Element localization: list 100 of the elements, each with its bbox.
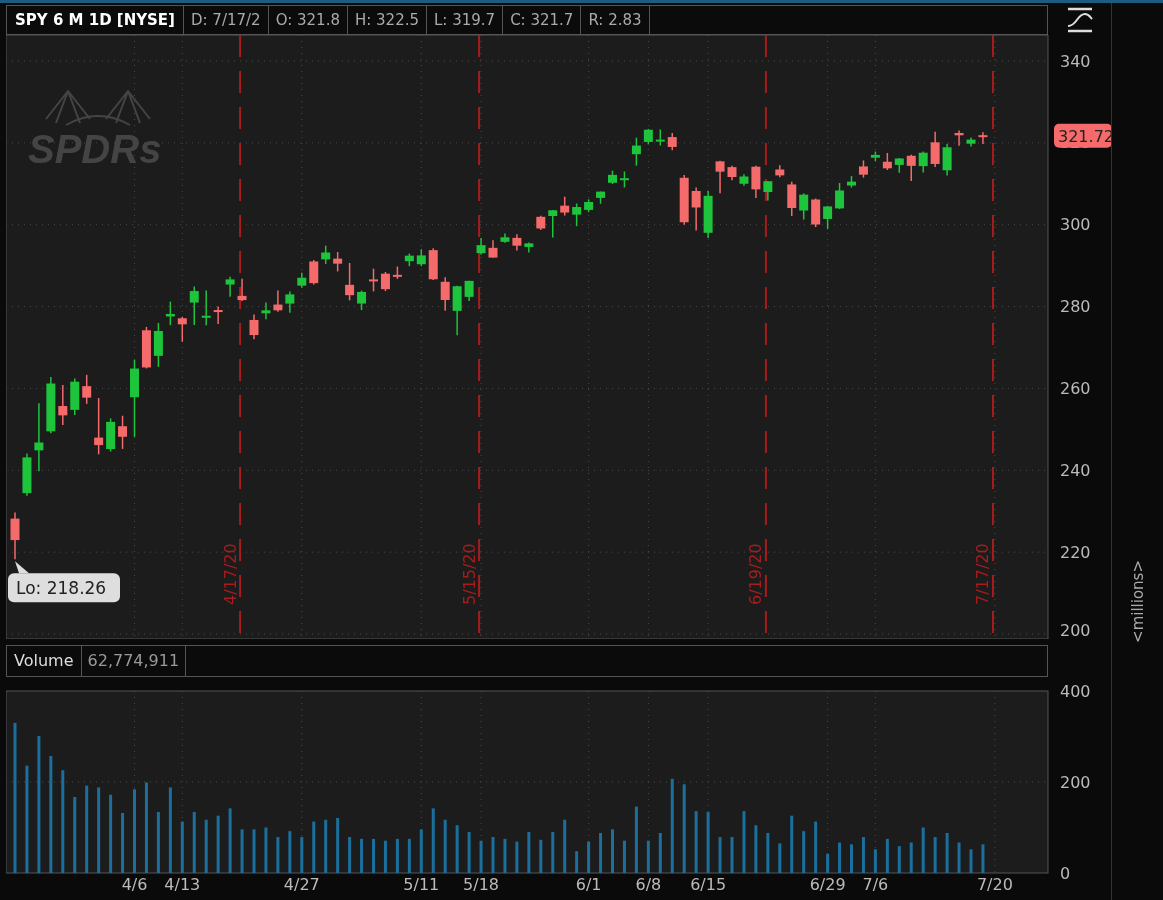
price-axis-label: 240: [1060, 460, 1091, 480]
candlestick: [345, 262, 355, 302]
candlestick: [631, 136, 641, 167]
candlestick: [894, 157, 904, 174]
candlestick: [500, 232, 510, 244]
candlestick: [858, 159, 868, 179]
candlestick: [763, 180, 773, 202]
candlestick: [476, 237, 486, 256]
price-axis-label: 300: [1060, 215, 1091, 235]
candlestick: [225, 275, 235, 298]
candlestick: [930, 131, 940, 168]
expiration-date-label: 7/17/20: [973, 543, 993, 605]
price-axis-label: 220: [1060, 542, 1091, 562]
candlestick: [213, 305, 223, 325]
volume-value: 62,774,911: [81, 646, 187, 676]
date-axis-label: 5/11: [403, 875, 440, 894]
price-axis-label: 200: [1060, 620, 1091, 639]
candlestick: [428, 247, 438, 281]
candlestick: [297, 271, 307, 289]
quote-field: L: 319.7: [427, 6, 504, 34]
date-axis-label: 6/8: [635, 875, 662, 894]
candlestick: [560, 195, 570, 217]
volume-label: Volume: [7, 646, 82, 676]
candlestick: [333, 251, 343, 273]
candlestick: [847, 175, 856, 189]
candlestick: [751, 165, 761, 199]
volume-axis-label: 0: [1060, 863, 1071, 883]
candlestick: [404, 252, 414, 267]
date-axis-label: 7/6: [862, 875, 889, 894]
symbol-label: SPY 6 M 1D [NYSE]: [7, 6, 184, 34]
candlestick: [739, 173, 749, 187]
candlestick: [380, 271, 390, 292]
candlestick: [679, 174, 689, 226]
candlestick: [667, 132, 677, 151]
candlestick: [596, 190, 606, 205]
candlestick: [118, 415, 128, 450]
expiration-date-label: 5/15/20: [459, 543, 479, 605]
candlestick: [82, 374, 92, 405]
candlestick: [643, 128, 653, 146]
candlestick: [464, 279, 474, 302]
price-axis-label: 260: [1060, 378, 1091, 398]
candlestick: [153, 322, 163, 368]
candlestick: [703, 190, 713, 239]
date-axis-label: 7/20: [976, 875, 1013, 894]
candlestick: [619, 170, 629, 189]
candlestick: [488, 239, 498, 259]
candlestick: [512, 233, 522, 252]
candlestick: [572, 202, 582, 227]
expiration-date-label: 4/17/20: [220, 543, 240, 605]
candlestick: [787, 180, 797, 217]
candlestick: [548, 209, 558, 239]
candlestick: [524, 241, 534, 254]
candlestick: [106, 417, 116, 453]
candlestick: [285, 290, 295, 314]
candlestick: [655, 128, 665, 147]
candlestick: [906, 154, 916, 182]
candlestick: [691, 186, 701, 232]
candlestick: [942, 143, 952, 177]
candlestick: [273, 289, 283, 313]
candlestick: [237, 278, 247, 302]
quote-field: D: 7/17/2: [184, 6, 269, 34]
candlestick: [369, 267, 378, 293]
candlestick: [10, 511, 20, 560]
candlestick: [870, 150, 880, 162]
price-axis-label: 280: [1060, 297, 1091, 317]
candlestick: [22, 452, 32, 497]
candlestick: [201, 289, 211, 326]
candlestick: [141, 326, 151, 370]
date-axis-label: 6/15: [690, 875, 727, 894]
candlestick: [46, 376, 56, 434]
candlestick: [261, 301, 271, 320]
candlestick: [70, 377, 80, 416]
candlestick: [392, 265, 402, 280]
candlestick: [954, 129, 964, 147]
candlestick: [608, 169, 617, 185]
candlestick: [775, 164, 785, 178]
date-axis-label: 5/18: [463, 875, 499, 894]
low-price-callout: Lo: 218.26: [8, 561, 120, 603]
candlestick: [94, 397, 104, 456]
candlestick: [452, 284, 462, 336]
candlestick: [189, 285, 199, 326]
candlestick: [811, 197, 821, 228]
date-axis-label: 4/27: [283, 875, 320, 894]
candlestick: [309, 259, 319, 286]
date-axis-label: 4/6: [121, 875, 148, 894]
candlestick: [727, 165, 737, 181]
axis-unit-label: <millions>: [1128, 560, 1147, 643]
candlestick: [978, 131, 988, 145]
quote-field: H: 322.5: [347, 6, 427, 34]
candlestick: [321, 244, 331, 265]
volume-axis-label: 200: [1060, 772, 1091, 792]
candlestick: [536, 215, 546, 231]
candlestick: [823, 205, 833, 230]
date-axis-label: 6/29: [809, 875, 846, 894]
candlestick: [966, 136, 976, 148]
candlestick: [584, 198, 594, 213]
candlestick: [357, 289, 367, 311]
quote-field: C: 321.7: [503, 6, 582, 34]
candlestick: [440, 276, 450, 312]
price-axis-label: 340: [1060, 51, 1091, 71]
